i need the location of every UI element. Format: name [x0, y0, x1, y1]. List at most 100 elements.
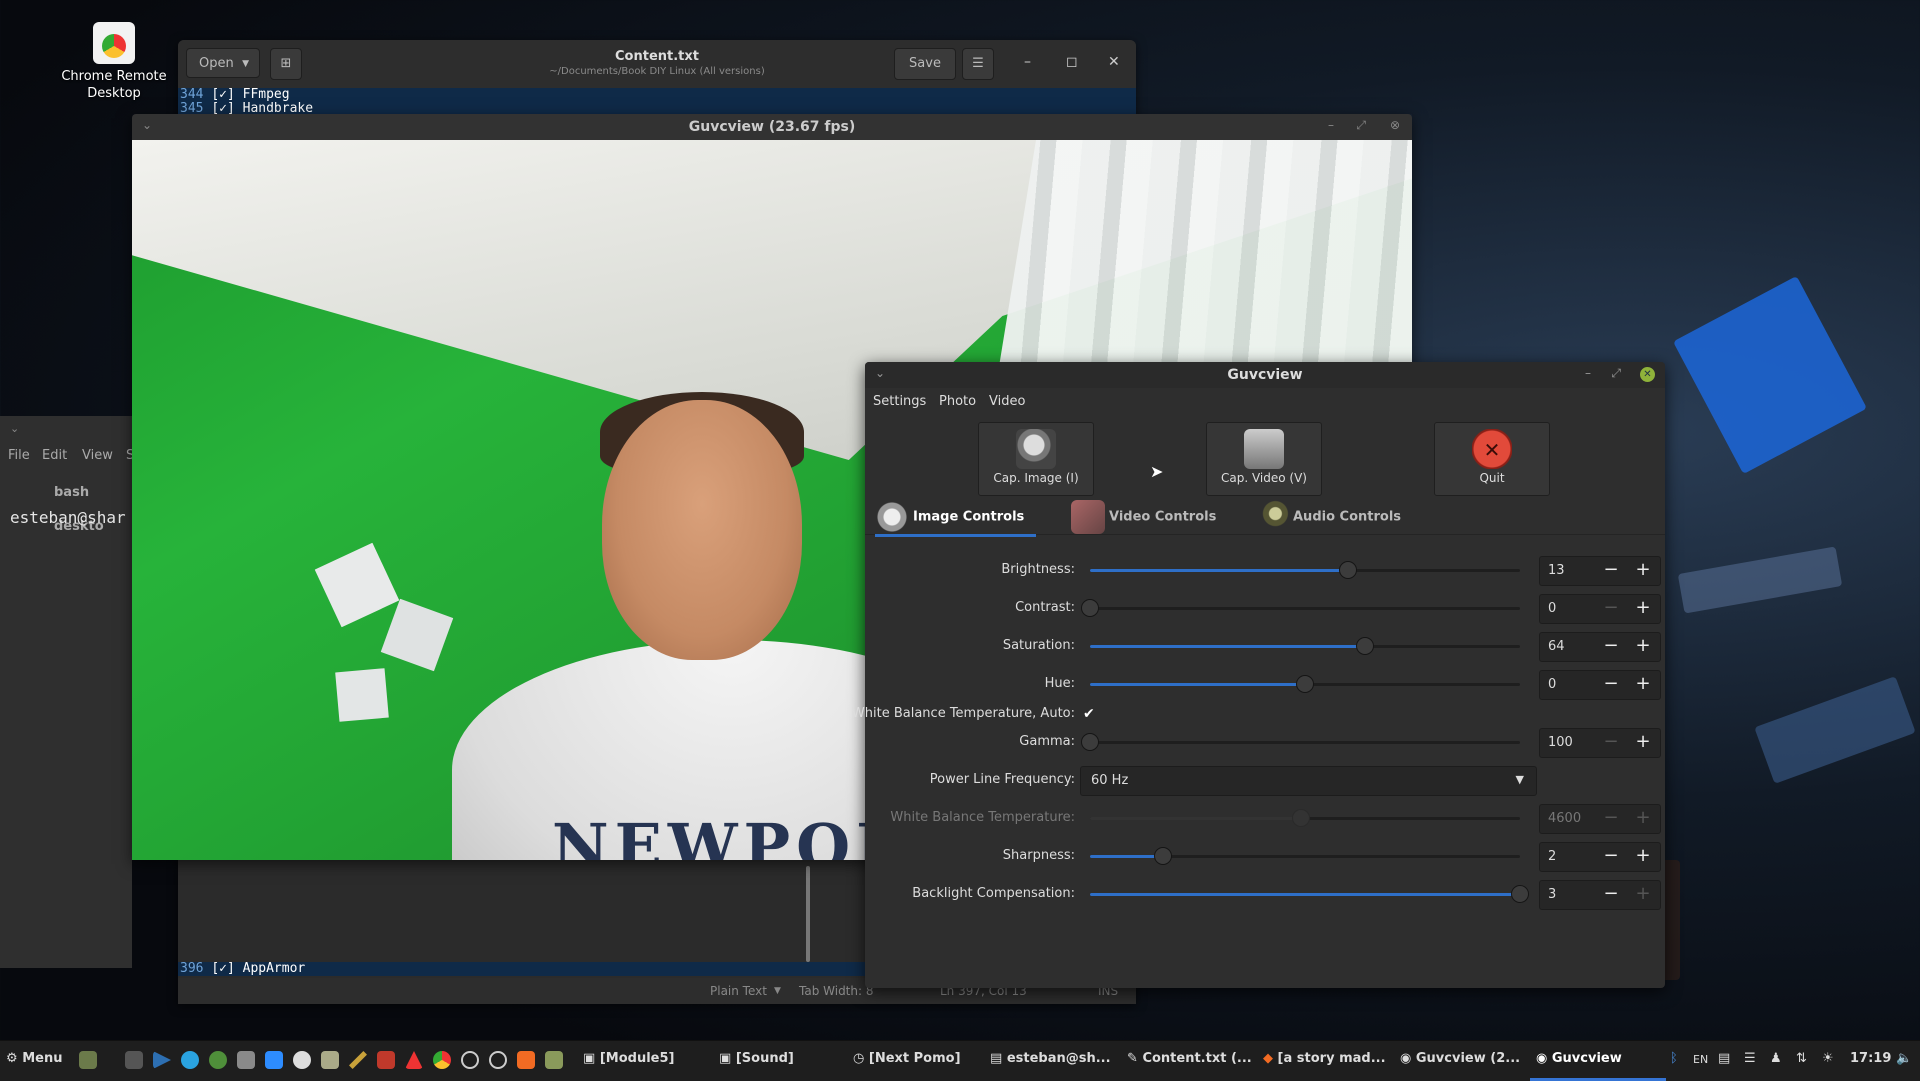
slider-handle[interactable]: [1154, 847, 1173, 865]
backlight-spinbox[interactable]: 3 − +: [1539, 880, 1661, 910]
terminal-tab[interactable]: bash deskto: [54, 476, 132, 534]
capture-video-button[interactable]: Cap. Video (V): [1206, 422, 1322, 496]
taskbar-item-module5[interactable]: ▣ [Module5]: [583, 1051, 674, 1066]
user-icon[interactable]: ♟: [1770, 1051, 1782, 1066]
minimize-icon[interactable]: –: [1585, 366, 1591, 380]
slider-handle[interactable]: [1339, 561, 1357, 579]
menu-video[interactable]: Video: [989, 394, 1025, 409]
contrast-spinbox[interactable]: 0 − +: [1539, 594, 1661, 624]
taskbar-item-browser[interactable]: ◆ [a story mad...: [1263, 1051, 1386, 1066]
pdf-icon[interactable]: [377, 1051, 395, 1069]
increment-button[interactable]: +: [1628, 845, 1658, 867]
decrement-button[interactable]: −: [1596, 673, 1626, 695]
files-icon[interactable]: [545, 1051, 563, 1069]
slider-handle[interactable]: [1081, 733, 1099, 751]
close-icon[interactable]: ⊗: [1390, 118, 1400, 132]
obs-icon[interactable]: [293, 1051, 311, 1069]
spin-value[interactable]: 0: [1548, 677, 1556, 692]
notes-icon[interactable]: ☰: [1744, 1051, 1756, 1066]
show-desktop-icon[interactable]: [79, 1051, 97, 1069]
taskbar-item-sound[interactable]: ▣ [Sound]: [719, 1051, 794, 1066]
increment-button[interactable]: +: [1628, 673, 1658, 695]
editor-scrollbar[interactable]: [806, 866, 810, 962]
language-selector[interactable]: Plain Text: [710, 984, 767, 998]
acrobat-icon[interactable]: [405, 1051, 423, 1069]
arrow-launcher-icon[interactable]: [153, 1051, 171, 1069]
restore-icon[interactable]: ⤢: [1611, 366, 1621, 381]
clipboard-icon[interactable]: ▤: [1718, 1051, 1730, 1066]
close-icon[interactable]: ✕: [1640, 367, 1655, 382]
pen-icon[interactable]: [349, 1051, 367, 1069]
spin-value[interactable]: 3: [1548, 887, 1556, 902]
minimize-icon[interactable]: –: [1024, 54, 1031, 70]
power-line-dropdown[interactable]: 60 Hz ▼: [1080, 766, 1537, 796]
taskbar-item-guvcview[interactable]: ◉ Guvcview: [1536, 1051, 1622, 1066]
brightness-slider[interactable]: [1090, 561, 1520, 579]
spin-value[interactable]: 64: [1548, 639, 1565, 654]
zoom-icon[interactable]: [265, 1051, 283, 1069]
menu-settings[interactable]: Settings: [873, 394, 926, 409]
tab-video-controls[interactable]: Video Controls: [1071, 500, 1216, 534]
taskbar-item-terminal[interactable]: ▤ esteban@sh...: [990, 1051, 1111, 1066]
restore-icon[interactable]: ⤢: [1356, 118, 1366, 133]
taskbar-item-guvcview-preview[interactable]: ◉ Guvcview (2...: [1400, 1051, 1520, 1066]
menu-edit[interactable]: Edit: [42, 448, 67, 463]
spin-value[interactable]: 0: [1548, 601, 1556, 616]
wb-auto-checkbox[interactable]: ✔: [1083, 706, 1099, 722]
gamma-slider[interactable]: [1081, 733, 1520, 751]
spin-value[interactable]: 2: [1548, 849, 1556, 864]
decrement-button[interactable]: −: [1596, 845, 1626, 867]
control-titlebar[interactable]: ⌄ Guvcview – ⤢ ✕: [865, 362, 1665, 388]
scanner-icon[interactable]: [237, 1051, 255, 1069]
terminal-launcher-icon[interactable]: [125, 1051, 143, 1069]
menu-view[interactable]: View: [82, 448, 113, 463]
contrast-slider[interactable]: [1081, 599, 1520, 617]
increment-button[interactable]: +: [1628, 597, 1658, 619]
volume-icon[interactable]: 🔈: [1896, 1051, 1912, 1066]
decrement-button[interactable]: −: [1596, 883, 1626, 905]
clock[interactable]: 17:19: [1850, 1051, 1891, 1066]
brightness-icon[interactable]: ☀: [1822, 1051, 1834, 1066]
hue-spinbox[interactable]: 0 − +: [1539, 670, 1661, 700]
preview-titlebar[interactable]: ⌄ Guvcview (23.67 fps) – ⤢ ⊗: [132, 114, 1412, 140]
taskbar-item-content-txt[interactable]: ✎ Content.txt (...: [1127, 1051, 1252, 1066]
slider-handle[interactable]: [1356, 637, 1375, 655]
slider-handle[interactable]: [1511, 885, 1529, 903]
slider-handle[interactable]: [1296, 675, 1314, 693]
camera-app-icon[interactable]: [321, 1051, 339, 1069]
tab-audio-controls[interactable]: Audio Controls: [1255, 500, 1401, 534]
hamburger-menu-button[interactable]: ☰: [962, 48, 994, 80]
terminal-collapse-icon[interactable]: ⌄: [10, 422, 19, 435]
menu-photo[interactable]: Photo: [939, 394, 976, 409]
increment-button[interactable]: +: [1628, 731, 1658, 753]
hue-slider[interactable]: [1090, 675, 1520, 693]
spin-value[interactable]: 13: [1548, 563, 1565, 578]
telegram-icon[interactable]: [181, 1051, 199, 1069]
increment-button[interactable]: +: [1628, 559, 1658, 581]
saturation-spinbox[interactable]: 64 − +: [1539, 632, 1661, 662]
chrome-icon[interactable]: [433, 1051, 451, 1069]
capture-image-button[interactable]: Cap. Image (I): [978, 422, 1094, 496]
tab-image-controls[interactable]: Image Controls: [875, 500, 1037, 537]
quit-button[interactable]: Quit: [1434, 422, 1550, 496]
increment-button[interactable]: +: [1628, 635, 1658, 657]
save-button[interactable]: Save: [894, 48, 956, 80]
browser-icon[interactable]: [209, 1051, 227, 1069]
brave-icon[interactable]: [517, 1051, 535, 1069]
backlight-slider[interactable]: [1090, 885, 1529, 903]
brightness-spinbox[interactable]: 13 − +: [1539, 556, 1661, 586]
minimize-icon[interactable]: –: [1328, 118, 1334, 132]
slider-handle[interactable]: [1081, 599, 1099, 617]
network-icon[interactable]: ⇅: [1796, 1051, 1807, 1066]
menu-file[interactable]: File: [8, 448, 30, 463]
start-menu-button[interactable]: ⚙ Menu: [6, 1051, 62, 1066]
sharpness-slider[interactable]: [1090, 847, 1520, 865]
decrement-button[interactable]: −: [1596, 559, 1626, 581]
gamma-spinbox[interactable]: 100 − +: [1539, 728, 1661, 758]
terminal-prompt[interactable]: esteban@shar: [10, 508, 126, 527]
taskbar-item-next-pomo[interactable]: ◷ [Next Pomo]: [853, 1051, 961, 1066]
keyboard-layout[interactable]: EN: [1693, 1053, 1708, 1066]
increment-button[interactable]: +: [1628, 883, 1658, 905]
spin-value[interactable]: 100: [1548, 735, 1573, 750]
bluetooth-icon[interactable]: ᛒ: [1670, 1051, 1678, 1066]
